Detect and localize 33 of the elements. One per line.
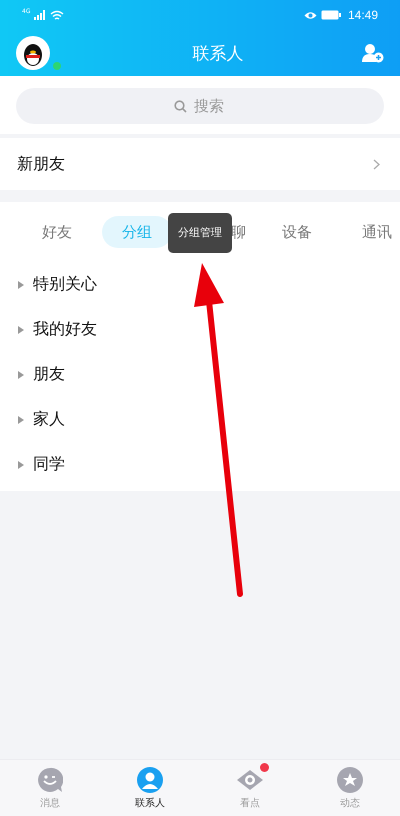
- group-row[interactable]: 家人: [0, 397, 400, 442]
- tab[interactable]: 设备: [262, 216, 332, 248]
- eye-icon: [236, 768, 264, 792]
- nav-item[interactable]: 动态: [300, 760, 400, 816]
- group-row[interactable]: 同学: [0, 442, 400, 487]
- group-name: 朋友: [33, 364, 65, 385]
- tooltip: 分组管理: [168, 213, 232, 253]
- chevron-right-icon: [373, 158, 380, 170]
- tab[interactable]: 好友: [22, 216, 92, 248]
- wifi-icon: [50, 10, 64, 20]
- tab[interactable]: 通讯: [342, 216, 400, 248]
- signal-icon: [34, 10, 46, 20]
- page-title: 联系人: [192, 42, 244, 64]
- new-friends-row[interactable]: 新朋友: [0, 138, 400, 190]
- nav-item[interactable]: 消息: [0, 760, 100, 816]
- group-name: 特别关心: [33, 274, 97, 295]
- clock-time: 14:49: [348, 8, 378, 22]
- eye-icon: [304, 10, 317, 20]
- group-name: 家人: [33, 409, 65, 430]
- group-row[interactable]: 我的好友: [0, 307, 400, 352]
- group-name: 我的好友: [33, 319, 97, 340]
- search-icon: [174, 100, 187, 113]
- group-row[interactable]: 朋友: [0, 352, 400, 397]
- person-icon: [137, 766, 163, 792]
- add-friend-icon[interactable]: [362, 43, 384, 63]
- nav-item[interactable]: 联系人: [100, 760, 200, 816]
- chat-face-icon: [37, 766, 63, 792]
- nav-item[interactable]: 看点: [200, 760, 300, 816]
- group-name: 同学: [33, 454, 65, 475]
- battery-icon: [320, 10, 341, 20]
- group-row[interactable]: 特别关心: [0, 262, 400, 307]
- avatar-icon[interactable]: [16, 36, 50, 70]
- search-field[interactable]: 搜索: [16, 88, 384, 124]
